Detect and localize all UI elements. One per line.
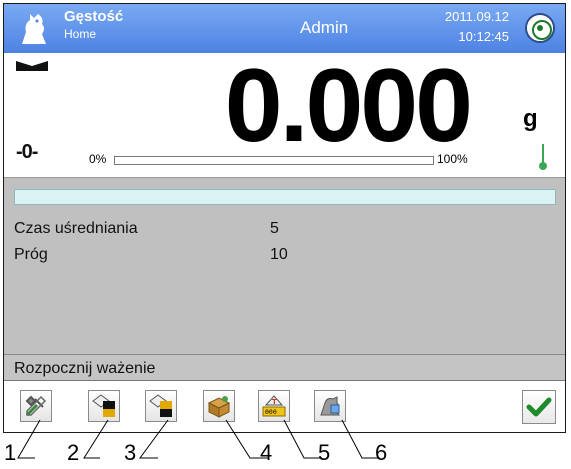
- callout-label: 4: [260, 440, 273, 465]
- callout-label: 1: [4, 440, 17, 465]
- callout-label: 2: [67, 440, 80, 465]
- callout-label: 5: [318, 440, 331, 465]
- callout-label: 6: [375, 440, 388, 465]
- callout-label: 3: [124, 440, 137, 465]
- callout-lines: [17, 419, 380, 459]
